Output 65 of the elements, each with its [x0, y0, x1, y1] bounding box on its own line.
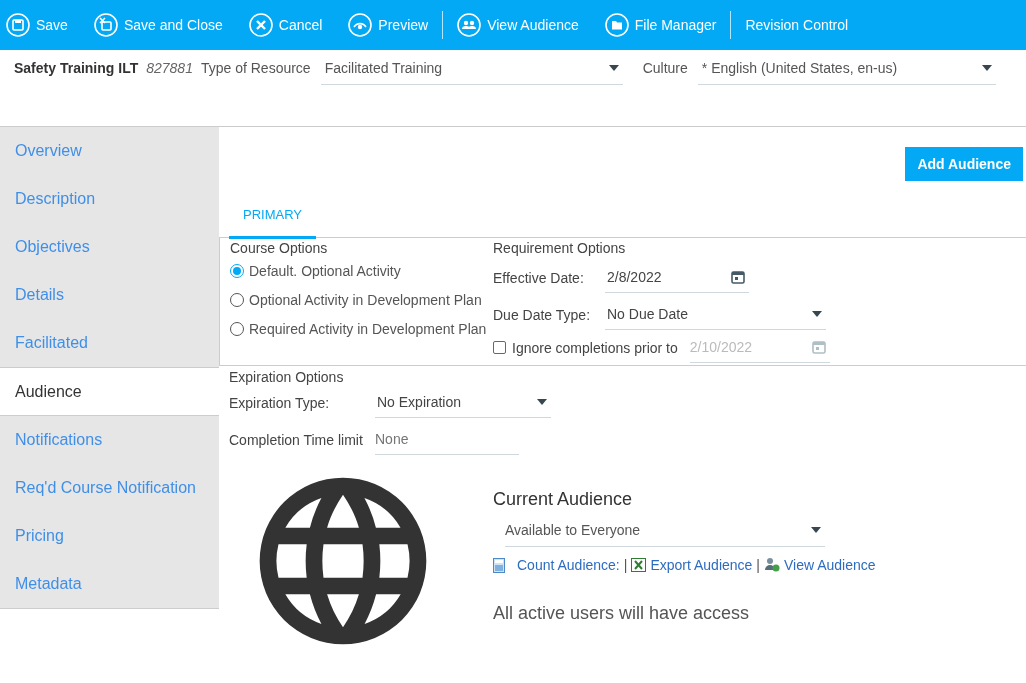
- folder-icon: [604, 13, 629, 37]
- calendar-icon: [811, 340, 826, 354]
- calendar-icon: [731, 270, 745, 284]
- expiration-dropdown[interactable]: No Expiration: [375, 387, 551, 418]
- people-icon: [764, 557, 780, 573]
- course-id: 827881: [146, 60, 193, 76]
- tab[interactable]: PRIMARY: [229, 203, 316, 239]
- resource-type-dropdown[interactable]: Facilitated Training: [320, 60, 623, 85]
- caret-icon: [537, 399, 547, 405]
- link-separator: |: [756, 557, 760, 573]
- caret-icon: [812, 311, 822, 317]
- radio-label: Optional Activity in Development Plan: [249, 291, 482, 308]
- checkbox-label: Ignore completions prior to: [512, 339, 678, 356]
- caret-icon: [608, 65, 619, 71]
- field-label: Type of Resource: [200, 60, 311, 76]
- sidebar-item[interactable]: Req'd Course Notification: [0, 464, 219, 512]
- people-icon: [457, 13, 482, 37]
- sidebar-item[interactable]: Overview: [0, 127, 219, 175]
- add-audience-button[interactable]: Add Audience: [905, 147, 1023, 181]
- save-icon: [93, 13, 118, 37]
- date-field[interactable]: 2/8/2022: [605, 262, 749, 293]
- section-title: Current Audience: [493, 489, 634, 510]
- link-separator: |: [623, 557, 628, 573]
- sidebar-item[interactable]: Notifications: [0, 416, 219, 464]
- radio-label: Required Activity in Development Plan: [249, 320, 487, 337]
- section-title: Course Options: [230, 240, 329, 256]
- due-date-dropdown[interactable]: No Due Date: [605, 299, 826, 330]
- view-audience-link[interactable]: View Audience: [784, 557, 876, 573]
- eye-icon: [348, 13, 373, 37]
- section-title: Expiration Options: [229, 369, 345, 385]
- checkbox[interactable]: [493, 341, 506, 354]
- course-title: Safety Training ILT: [14, 60, 139, 76]
- save-icon: [6, 13, 30, 37]
- toolbar-button[interactable]: File Manager: [604, 13, 731, 37]
- field-label: Culture: [642, 60, 688, 76]
- close-icon: [248, 13, 273, 37]
- count-audience-link[interactable]: Count Audience:: [517, 557, 620, 573]
- radio-label: Default. Optional Activity: [249, 262, 401, 279]
- toolbar-button[interactable]: Revision Control: [745, 17, 863, 33]
- date-field[interactable]: 2/10/2022: [689, 332, 830, 363]
- toolbar-button[interactable]: Preview: [348, 13, 443, 37]
- audience-dropdown[interactable]: Available to Everyone: [505, 518, 825, 547]
- field-label: Due Date Type:: [493, 306, 592, 323]
- toolbar-button[interactable]: View Audience: [457, 13, 593, 37]
- sidebar-item[interactable]: Objectives: [0, 223, 219, 271]
- sidebar-item[interactable]: Details: [0, 271, 219, 319]
- culture-dropdown[interactable]: * English (United States, en-us): [697, 60, 996, 85]
- export-audience-link[interactable]: Export Audience: [650, 557, 753, 573]
- field-label: Effective Date:: [493, 269, 585, 286]
- sidebar-item[interactable]: Audience: [0, 367, 219, 416]
- toolbar-button[interactable]: Save: [6, 13, 82, 37]
- caret-icon: [811, 527, 821, 533]
- field-label: Completion Time limit: [229, 431, 364, 448]
- sidebar-item[interactable]: Description: [0, 175, 219, 223]
- spreadsheet-icon: [631, 558, 647, 572]
- sidebar-item[interactable]: Facilitated: [0, 319, 219, 367]
- section-title: Requirement Options: [493, 240, 627, 256]
- toolbar-button[interactable]: Save and Close: [93, 13, 237, 37]
- audience-note: All active users will have access: [493, 603, 751, 624]
- field-label: Expiration Type:: [229, 394, 331, 411]
- sidebar-item[interactable]: Pricing: [0, 512, 219, 560]
- calculator-icon: [493, 557, 505, 573]
- sidebar-item[interactable]: Metadata: [0, 560, 219, 608]
- toolbar-button[interactable]: Cancel: [248, 13, 337, 37]
- caret-icon: [981, 65, 992, 71]
